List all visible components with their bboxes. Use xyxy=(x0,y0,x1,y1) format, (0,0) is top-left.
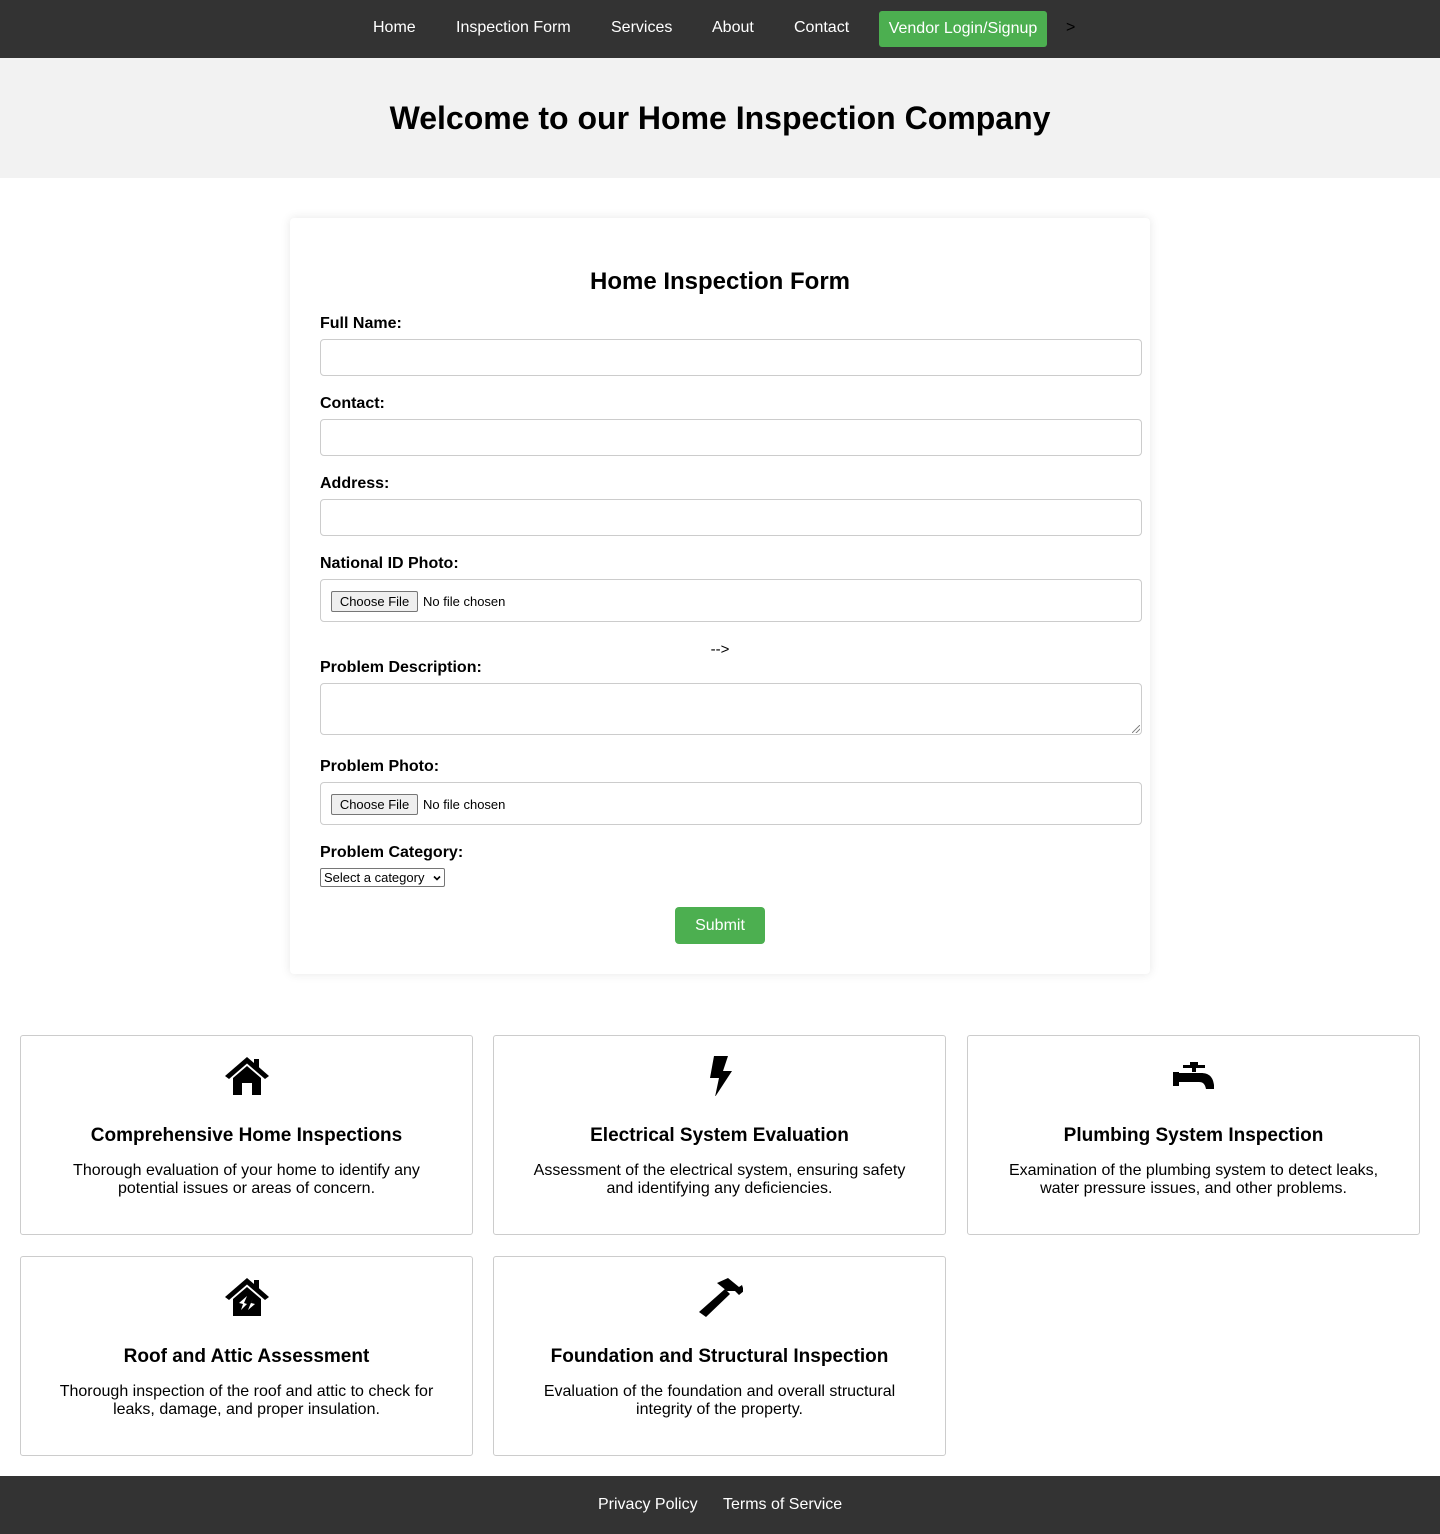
service-card-electrical: Electrical System Evaluation Assessment … xyxy=(493,1035,946,1235)
inspection-form-card: Home Inspection Form Full Name: Contact:… xyxy=(290,218,1150,974)
nav-home-link[interactable]: Home xyxy=(373,18,416,38)
nav-about-link[interactable]: About xyxy=(712,18,754,38)
stray-comment-text: --> xyxy=(710,641,730,658)
nav-stray-text: > xyxy=(1066,19,1076,36)
vendor-login-signup-button[interactable]: Vendor Login/Signup xyxy=(879,11,1047,47)
problem-description-textarea[interactable] xyxy=(320,683,1142,735)
service-description: Examination of the plumbing system to de… xyxy=(1008,1162,1379,1197)
full-name-input[interactable] xyxy=(320,339,1142,376)
contact-label: Contact: xyxy=(320,395,385,412)
hero-banner: Welcome to our Home Inspection Company xyxy=(0,58,1440,178)
service-title: Electrical System Evaluation xyxy=(590,1125,849,1146)
national-id-photo-file-input[interactable]: Choose File No file chosen xyxy=(320,579,1142,622)
problem-description-label: Problem Description: xyxy=(320,659,482,676)
nav-contact-link[interactable]: Contact xyxy=(794,18,849,38)
top-nav: Home Inspection Form Services About Cont… xyxy=(0,0,1440,58)
faucet-icon xyxy=(1171,1056,1217,1096)
nav-inspection-form-link[interactable]: Inspection Form xyxy=(456,18,571,38)
service-card-home-inspections: Comprehensive Home Inspections Thorough … xyxy=(20,1035,473,1235)
address-label: Address: xyxy=(320,475,390,492)
bolt-icon xyxy=(697,1056,743,1096)
service-title: Plumbing System Inspection xyxy=(1063,1125,1324,1146)
footer: Privacy Policy Terms of Service xyxy=(0,1476,1440,1534)
service-description: Thorough evaluation of your home to iden… xyxy=(73,1162,420,1197)
submit-button[interactable]: Submit xyxy=(675,907,765,944)
service-card-roof-attic: Roof and Attic Assessment Thorough inspe… xyxy=(20,1256,473,1456)
service-title: Roof and Attic Assessment xyxy=(123,1346,370,1367)
full-name-label: Full Name: xyxy=(320,315,402,332)
service-description: Thorough inspection of the roof and atti… xyxy=(59,1383,434,1418)
national-id-choose-file-button[interactable]: Choose File xyxy=(331,591,418,612)
service-title: Comprehensive Home Inspections xyxy=(90,1125,403,1146)
terms-of-service-link[interactable]: Terms of Service xyxy=(723,1495,842,1515)
service-description: Evaluation of the foundation and overall… xyxy=(543,1383,896,1418)
service-description: Assessment of the electrical system, ens… xyxy=(533,1162,906,1197)
service-title: Foundation and Structural Inspection xyxy=(550,1346,889,1367)
hero-title: Welcome to our Home Inspection Company xyxy=(389,100,1051,136)
house-chimney-icon xyxy=(224,1277,270,1317)
hammer-icon xyxy=(697,1277,743,1317)
privacy-policy-link[interactable]: Privacy Policy xyxy=(598,1495,698,1515)
problem-photo-label: Problem Photo: xyxy=(320,758,440,775)
form-title: Home Inspection Form xyxy=(589,268,851,295)
problem-photo-choose-file-button[interactable]: Choose File xyxy=(331,794,418,815)
problem-photo-file-status: No file chosen xyxy=(423,797,506,812)
contact-input[interactable] xyxy=(320,419,1142,456)
service-card-plumbing: Plumbing System Inspection Examination o… xyxy=(967,1035,1420,1235)
problem-category-select[interactable]: Select a category xyxy=(320,868,445,887)
problem-category-label: Problem Category: xyxy=(320,844,464,861)
address-input[interactable] xyxy=(320,499,1142,536)
nav-services-link[interactable]: Services xyxy=(611,18,672,38)
service-card-foundation: Foundation and Structural Inspection Eva… xyxy=(493,1256,946,1456)
resize-grip-icon[interactable] xyxy=(1132,725,1140,733)
problem-category-selected-value: Select a category xyxy=(324,870,425,885)
house-icon xyxy=(224,1056,270,1096)
problem-photo-file-input[interactable]: Choose File No file chosen xyxy=(320,782,1142,825)
national-id-file-status: No file chosen xyxy=(423,594,506,609)
national-id-photo-label: National ID Photo: xyxy=(320,555,459,572)
chevron-down-icon xyxy=(433,875,441,881)
